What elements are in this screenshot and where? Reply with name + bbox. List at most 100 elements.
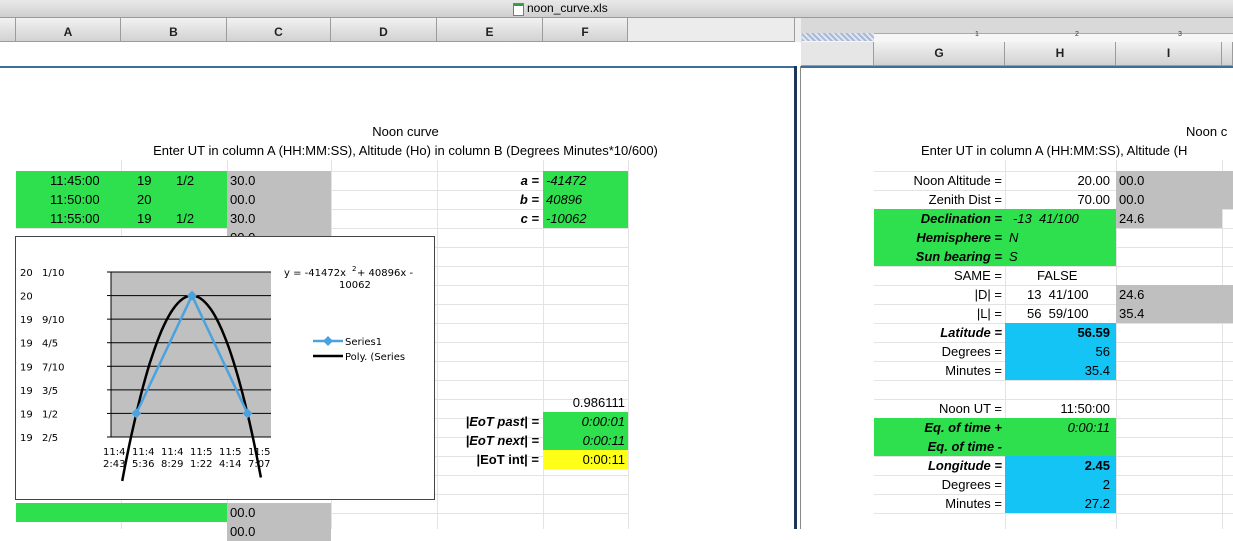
x-tick-label: 11:4 [132, 447, 154, 458]
ut-cell[interactable]: 11:45:00 [16, 171, 121, 190]
minutes-cell[interactable]: 00.0 [227, 190, 331, 209]
column-header-a[interactable]: A [16, 18, 121, 42]
result-value[interactable]: 0:00:11 [1005, 418, 1116, 437]
result-value[interactable]: 11:50:00 [1005, 399, 1116, 418]
sheet-title: Noon curve [372, 124, 439, 139]
column-header-b[interactable]: B [121, 18, 227, 42]
result-minutes[interactable]: 35.4 [1116, 304, 1222, 323]
minutes-cell-bottom2[interactable]: 00.0 [227, 522, 331, 541]
result-minutes[interactable]: 00.0 [1116, 190, 1222, 209]
result-minutes[interactable]: 24.6 [1116, 209, 1222, 228]
result-label: Sun bearing = [874, 247, 1005, 266]
vertex-value[interactable]: 0.986111 [543, 393, 628, 412]
x-tick-label: 2:43 [103, 459, 125, 470]
result-value[interactable]: 2 [1005, 475, 1116, 494]
altitude-cell[interactable]: 19 1/2 [121, 171, 227, 190]
window-titlebar [0, 0, 1233, 18]
result-minutes[interactable]: 24.6 [1116, 285, 1222, 304]
result-label: Degrees = [941, 344, 1002, 359]
result-value[interactable]: 70.00 [1005, 190, 1116, 209]
result-value[interactable]: S [1005, 247, 1116, 266]
coef-b-label: b = [519, 192, 539, 207]
altitude-cell[interactable]: 20 [121, 190, 227, 209]
eot-int-value[interactable]: 0:00:11 [543, 450, 628, 469]
eot-int-label: |EoT int| = [476, 452, 539, 467]
chart-object[interactable]: 20 1/10 20 19 9/10 19 4/5 19 7/10 19 3/5 19 1/2 19 2/5… [15, 236, 435, 500]
x-tick-label: 1:22 [190, 459, 212, 470]
coef-a-label: a = [520, 173, 539, 188]
result-value[interactable]: N [1005, 228, 1116, 247]
pane-divider[interactable] [794, 66, 801, 529]
gridline [874, 513, 1233, 514]
coef-b-value[interactable]: 40896 [543, 190, 628, 209]
column-header-h[interactable]: H [1005, 42, 1116, 66]
minutes-cell[interactable]: 30.0 [227, 209, 331, 228]
result-label: |D| = [974, 287, 1002, 302]
split-handle[interactable] [795, 18, 801, 42]
trend-equation: + 40896x - [357, 268, 413, 279]
gridline [1222, 160, 1223, 529]
result-value[interactable]: 56 59/100 [1005, 304, 1116, 323]
x-tick-label: 11:5 [248, 447, 270, 458]
column-header-d[interactable]: D [331, 18, 437, 42]
column-header-f[interactable]: F [543, 18, 628, 42]
y-tick-label: 19 [20, 315, 33, 326]
result-value[interactable] [1005, 437, 1116, 456]
eot-next-value[interactable]: 0:00:11 [543, 431, 628, 450]
result-minutes[interactable]: 00.0 [1116, 171, 1222, 190]
minutes-cell[interactable]: 30.0 [227, 171, 331, 190]
ruler-margin [802, 33, 874, 41]
altitude-degrees: 19 [137, 173, 152, 188]
eot-past-label: |EoT past| = [465, 414, 539, 429]
ut-cell[interactable]: 11:55:00 [16, 209, 121, 228]
result-value[interactable]: 13 41/100 [1005, 285, 1116, 304]
y-tick-fraction: 1/2 [42, 409, 58, 420]
column-header-e[interactable]: E [437, 18, 543, 42]
legend-trend-label: Poly. (Series [345, 352, 405, 363]
green-row-bottom[interactable] [16, 503, 227, 522]
page-break-line [0, 66, 1233, 68]
altitude-cell[interactable]: 19 1/2 [121, 209, 227, 228]
grey-fill [1222, 171, 1233, 209]
ut-cell[interactable]: 11:50:00 [16, 190, 121, 209]
result-value[interactable]: 56.59 [1005, 323, 1116, 342]
result-label: Hemisphere = [874, 228, 1005, 247]
column-header-j[interactable] [1222, 42, 1233, 66]
result-label: SAME = [953, 268, 1002, 283]
result-value[interactable] [1005, 380, 1116, 399]
result-value[interactable]: 35.4 [1005, 361, 1116, 380]
result-label: Latitude = [940, 325, 1002, 340]
y-tick-fraction: 7/10 [42, 362, 64, 373]
result-label: Eq. of time + [874, 418, 1005, 437]
column-header-c[interactable]: C [227, 18, 331, 42]
y-tick-fraction: 4/5 [42, 339, 58, 350]
page-left-margin [801, 42, 874, 66]
select-all-corner[interactable] [0, 18, 16, 42]
ruler-mark-3: 3 [1178, 31, 1182, 38]
result-label: Minutes = [945, 496, 1002, 511]
eot-past-value[interactable]: 0:00:01 [543, 412, 628, 431]
result-label [874, 380, 1005, 399]
column-header-g[interactable]: G [874, 42, 1005, 66]
result-value[interactable]: FALSE [1005, 266, 1116, 285]
result-label: Declination = [874, 209, 1005, 228]
altitude-fraction: 1/2 [176, 211, 195, 226]
grey-fill [1222, 285, 1233, 323]
coef-a-value[interactable]: -41472 [543, 171, 628, 190]
legend-series1-label: Series1 [345, 337, 382, 348]
coef-c-value[interactable]: -10062 [543, 209, 628, 228]
column-header-i[interactable]: I [1116, 42, 1222, 66]
left-pane-header-gap [0, 42, 795, 66]
altitude-degrees: 19 [137, 211, 152, 226]
minutes-cell-bottom[interactable]: 00.0 [227, 503, 331, 522]
result-value[interactable]: 56 [1005, 342, 1116, 361]
result-value[interactable]: -13 41/100 [1005, 209, 1116, 228]
x-tick-label: 4:14 [219, 459, 241, 470]
result-value[interactable]: 2.45 [1005, 456, 1116, 475]
result-value[interactable]: 20.00 [1005, 171, 1116, 190]
result-label: |L| = [976, 306, 1002, 321]
gridline [628, 160, 629, 529]
result-label: Noon UT = [939, 401, 1002, 416]
trend-equation: y = -41472x [284, 268, 346, 279]
result-value[interactable]: 27.2 [1005, 494, 1116, 513]
